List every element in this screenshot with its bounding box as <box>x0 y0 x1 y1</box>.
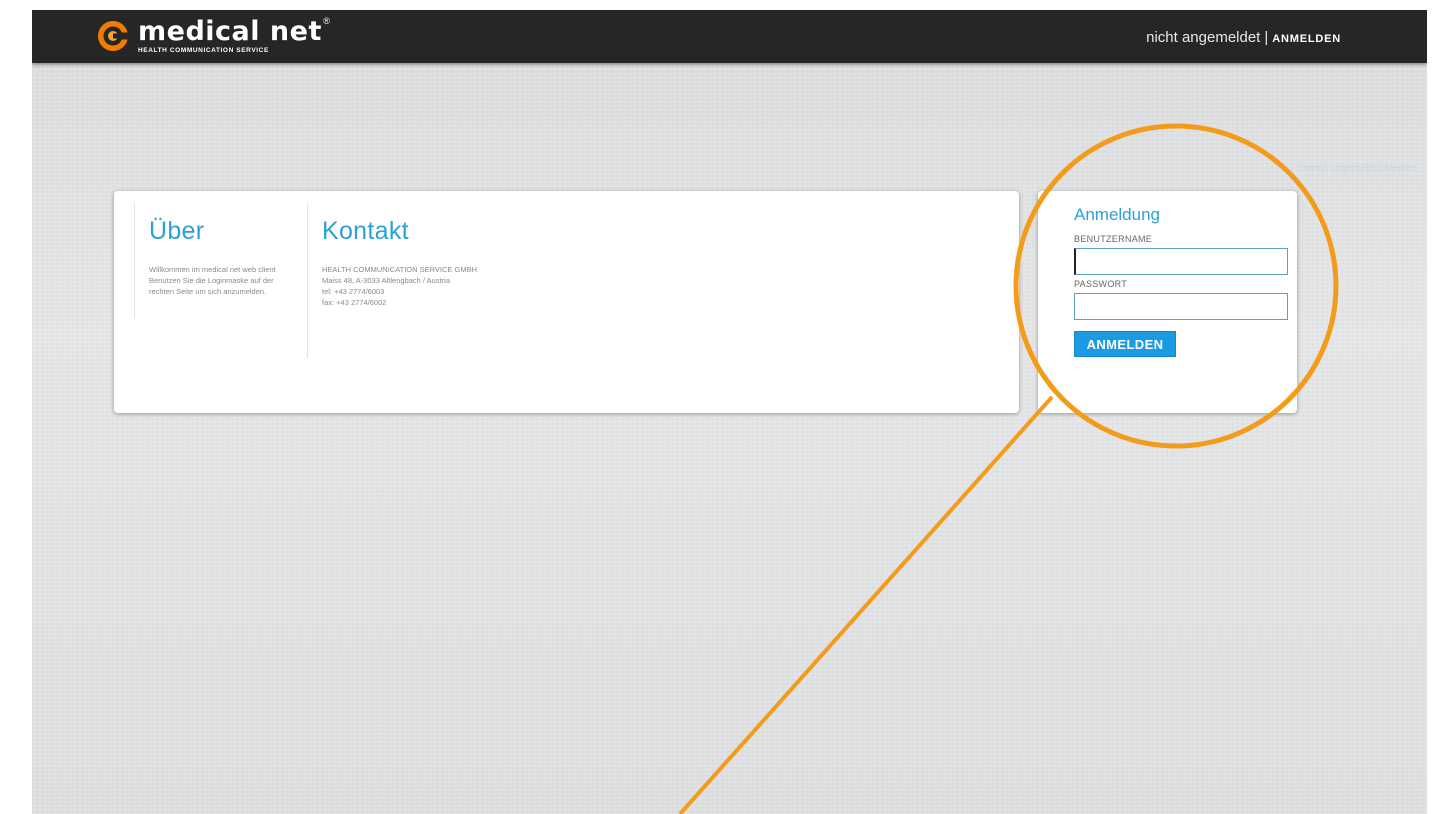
login-status-text: nicht angemeldet <box>1146 29 1261 46</box>
username-input[interactable] <box>1074 248 1288 275</box>
contact-fax: fax: +43 2774/6002 <box>322 298 387 307</box>
login-button[interactable]: ANMELDEN <box>1074 331 1176 357</box>
login-card: Anmeldung BENUTZERNAME PASSWORT ANMELDEN <box>1038 191 1297 413</box>
about-title: Über <box>149 217 205 245</box>
logo[interactable]: medical net ® HEALTH COMMUNICATION SERVI… <box>96 14 330 58</box>
logo-registered-mark: ® <box>323 16 330 26</box>
info-card: Über Willkommen im medical net web clien… <box>114 191 1019 413</box>
status-separator: | <box>1264 29 1269 46</box>
contact-company: HEALTH COMMUNICATION SERVICE GMBH <box>322 265 478 274</box>
header-login-link[interactable]: ANMELDEN <box>1272 33 1341 45</box>
browser-viewport: medical net ® HEALTH COMMUNICATION SERVI… <box>32 10 1427 814</box>
ghost-link[interactable]: Immer angemeldet bleiben <box>1299 163 1417 174</box>
password-label: PASSWORT <box>1074 279 1128 289</box>
login-status: nicht angemeldet | ANMELDEN <box>1146 29 1341 46</box>
top-navigation-bar: medical net ® HEALTH COMMUNICATION SERVI… <box>32 10 1427 63</box>
medical-net-logo-icon <box>98 21 130 51</box>
logo-text: medical net ® HEALTH COMMUNICATION SERVI… <box>138 16 330 54</box>
about-text-line: rechten Seite um sich anzumelden. <box>149 287 267 296</box>
contact-address: Maiss 48, A-3033 Altlengbach / Austria <box>322 276 450 285</box>
about-text-line: Benutzen Sie die Loginmaske auf der <box>149 276 274 285</box>
login-title: Anmeldung <box>1074 205 1161 224</box>
logo-name: medical net <box>138 16 322 47</box>
contact-title: Kontakt <box>322 217 409 245</box>
contact-section: Kontakt HEALTH COMMUNICATION SERVICE GMB… <box>307 203 607 358</box>
contact-tel: tel: +43 2774/6003 <box>322 287 385 296</box>
about-text-line: Willkommen im medical net web client <box>149 265 276 274</box>
about-section: Über Willkommen im medical net web clien… <box>134 203 306 318</box>
password-input[interactable] <box>1074 293 1288 320</box>
logo-tagline: HEALTH COMMUNICATION SERVICE <box>138 47 269 54</box>
username-label: BENUTZERNAME <box>1074 234 1153 244</box>
